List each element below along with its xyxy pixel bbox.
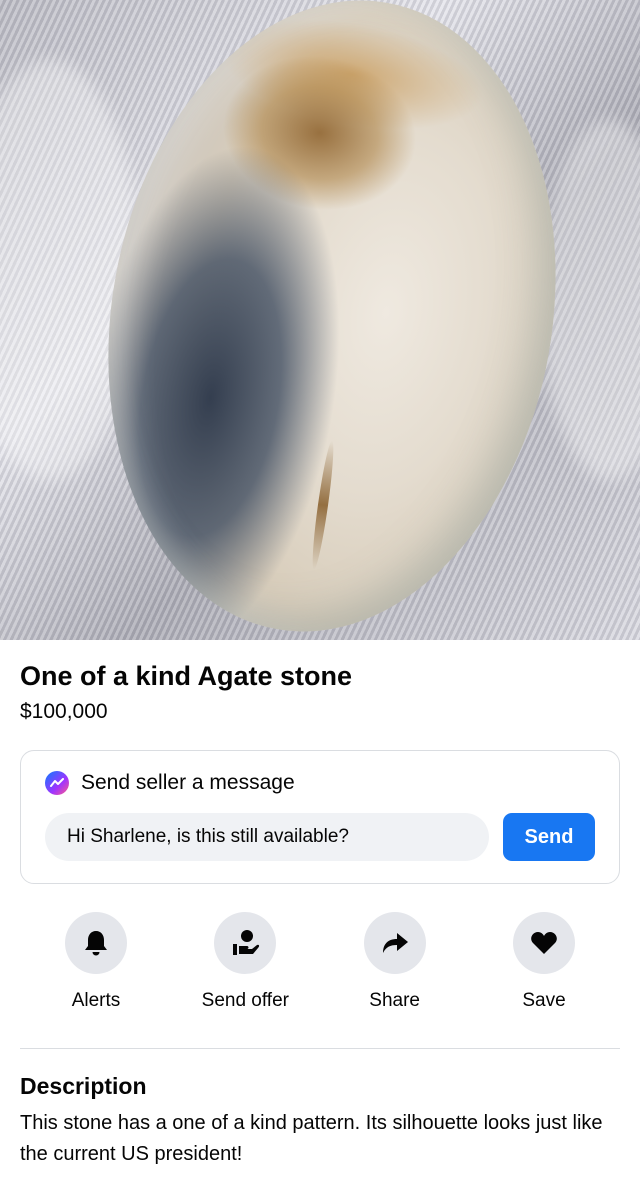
send-offer-action[interactable]: Send offer [175,912,315,1012]
description-heading: Description [20,1073,147,1099]
share-action[interactable]: Share [325,912,465,1012]
message-input[interactable] [45,813,489,861]
save-label: Save [522,990,566,1011]
send-button[interactable]: Send [503,813,595,861]
message-header-label: Send seller a message [81,771,295,794]
listing-photo[interactable] [0,0,640,640]
section-divider [20,1048,620,1049]
listing-info: One of a kind Agate stone $100,000 Send … [0,640,640,1170]
message-header: Send seller a message [45,771,595,795]
messenger-icon [45,771,69,795]
action-bar: Alerts Send offer Share Save [26,912,614,1012]
alerts-label: Alerts [71,990,121,1011]
description-text: This stone has a one of a kind pattern. … [20,1112,603,1165]
alerts-action[interactable]: Alerts [26,912,166,1012]
share-label: Share [369,990,420,1011]
heart-icon[interactable] [512,912,575,974]
offer-icon[interactable] [214,912,277,974]
share-arrow-icon[interactable] [363,912,426,974]
listing-price: $100,000 [20,700,108,723]
message-seller-card: Send seller a message Send [20,750,620,884]
send-offer-label: Send offer [201,990,289,1011]
listing-title: One of a kind Agate stone [20,661,353,691]
save-action[interactable]: Save [474,912,614,1012]
bell-icon[interactable] [65,912,127,974]
agate-stone-image [60,0,604,640]
message-row: Send [45,813,595,861]
